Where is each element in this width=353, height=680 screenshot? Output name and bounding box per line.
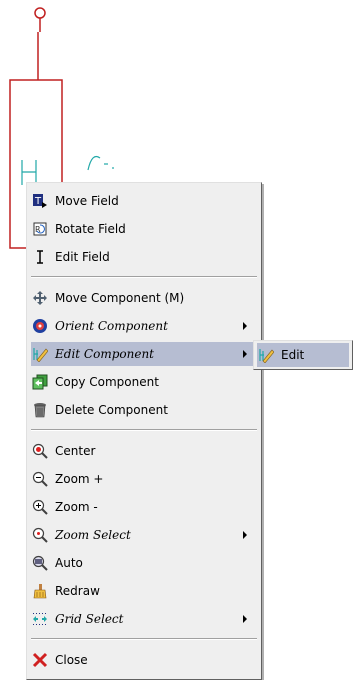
menu-separator [31, 429, 257, 431]
zoom-auto-icon [31, 554, 49, 572]
pin-end-circle [34, 7, 46, 19]
submenu-arrow-icon [243, 350, 247, 358]
menu-item-edit-component[interactable]: Edit Component [31, 342, 257, 366]
text-cursor-icon [31, 248, 49, 266]
field-anchor-arc [87, 155, 101, 171]
move-arrows-icon [31, 289, 49, 307]
menu-item-label: Rotate Field [55, 222, 126, 236]
menu-item-grid-select[interactable]: Grid Select [31, 607, 257, 631]
menu-item-rotate-field[interactable]: R Rotate Field [31, 217, 257, 241]
edit-pencil-icon [31, 345, 49, 363]
move-field-icon: T [31, 192, 49, 210]
menu-item-label: Zoom + [55, 472, 104, 486]
submenu-arrow-icon [243, 322, 247, 330]
center-zoom-icon [31, 442, 49, 460]
zoom-out-icon [31, 498, 49, 516]
menu-item-label: Redraw [55, 584, 100, 598]
menu-item-label: Move Component (M) [55, 291, 185, 305]
menu-item-label: Center [55, 444, 96, 458]
menu-item-move-component[interactable]: Move Component (M) [31, 286, 257, 310]
orient-icon [31, 317, 49, 335]
submenu-arrow-icon [243, 615, 247, 623]
svg-text:T: T [34, 196, 42, 207]
menu-item-label: Edit Field [55, 250, 110, 264]
menu-separator [31, 638, 257, 640]
menu-item-copy-component[interactable]: Copy Component [31, 370, 257, 394]
menu-item-label: Close [55, 653, 88, 667]
close-x-icon [31, 651, 49, 669]
menu-item-label: Edit Component [55, 347, 154, 361]
menu-item-zoom-out[interactable]: Zoom - [31, 495, 257, 519]
menu-item-label: Orient Component [55, 319, 168, 333]
menu-item-zoom-select[interactable]: Zoom Select [31, 523, 257, 547]
redraw-brush-icon [31, 582, 49, 600]
edit-component-submenu: Edit [253, 340, 353, 370]
context-menu: T Move Field R Rotate Field Edit Field M… [26, 182, 262, 680]
copy-icon [31, 373, 49, 391]
menu-item-label: Move Field [55, 194, 119, 208]
menu-item-auto[interactable]: Auto [31, 551, 257, 575]
submenu-arrow-icon [243, 531, 247, 539]
menu-item-redraw[interactable]: Redraw [31, 579, 257, 603]
menu-separator [31, 276, 257, 278]
submenu-item-edit[interactable]: Edit [257, 343, 349, 367]
submenu-item-label: Edit [281, 348, 305, 362]
menu-item-edit-field[interactable]: Edit Field [31, 245, 257, 269]
zoom-select-icon [31, 526, 49, 544]
edit-pencil-icon [257, 346, 275, 364]
menu-item-center[interactable]: Center [31, 439, 257, 463]
menu-item-label: Zoom Select [55, 528, 131, 542]
menu-item-label: Copy Component [55, 375, 159, 389]
menu-item-orient-component[interactable]: Orient Component [31, 314, 257, 338]
menu-item-move-field[interactable]: T Move Field [31, 189, 257, 213]
trash-icon [31, 401, 49, 419]
menu-item-label: Auto [55, 556, 83, 570]
menu-item-delete-component[interactable]: Delete Component [31, 398, 257, 422]
grid-icon [31, 610, 49, 628]
menu-item-label: Zoom - [55, 500, 98, 514]
menu-item-zoom-in[interactable]: Zoom + [31, 467, 257, 491]
menu-item-label: Grid Select [55, 612, 124, 626]
menu-item-label: Delete Component [55, 403, 168, 417]
zoom-in-icon [31, 470, 49, 488]
menu-item-close[interactable]: Close [31, 648, 257, 672]
rotate-field-icon: R [31, 220, 49, 238]
